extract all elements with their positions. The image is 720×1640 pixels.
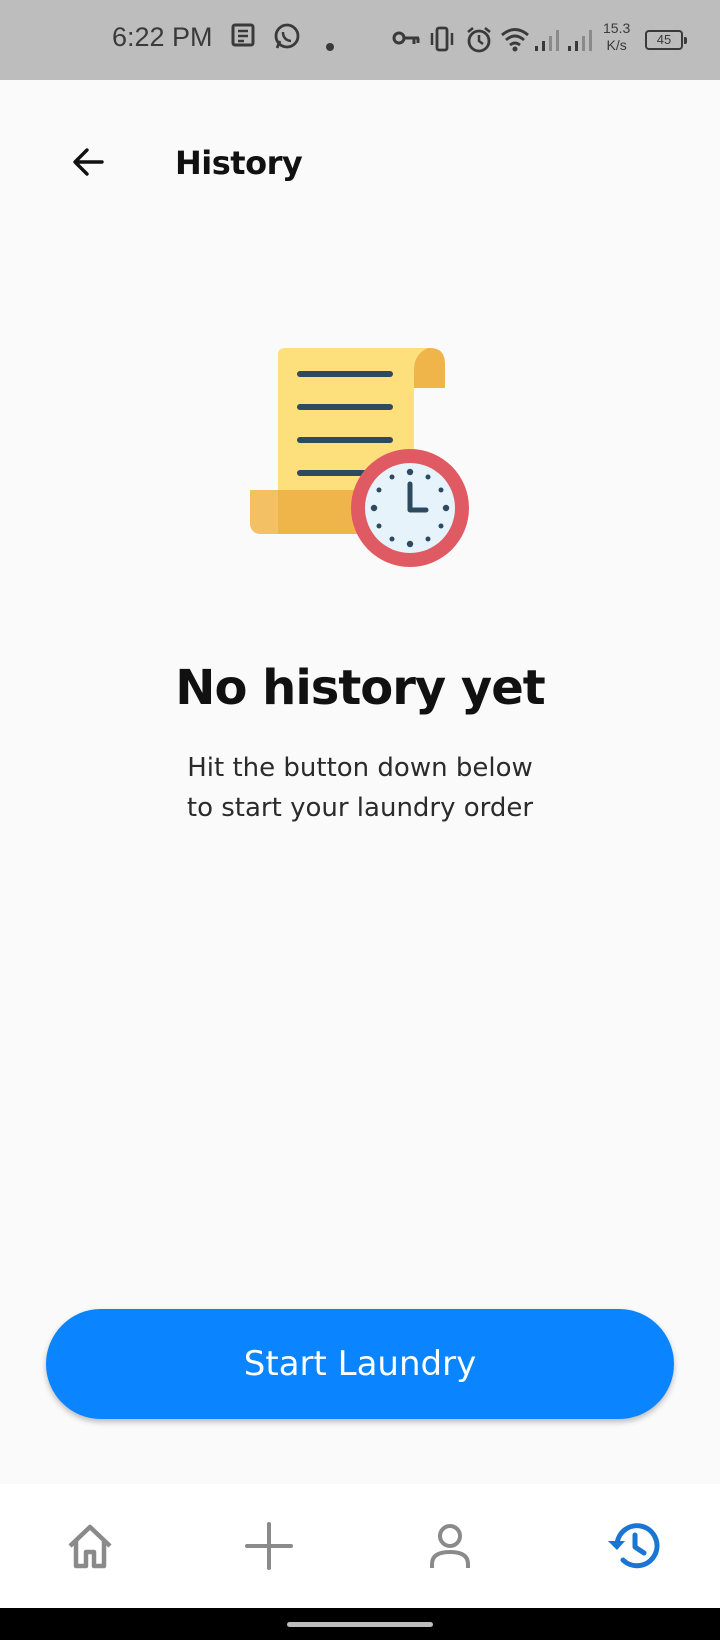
news-icon [230,22,256,52]
signal-icon-2 [566,28,596,56]
home-icon [68,1524,112,1569]
whatsapp-icon [272,22,302,56]
plus-icon [245,1522,293,1570]
battery-indicator: 45 [645,30,687,50]
wifi-icon [500,26,530,56]
start-laundry-button[interactable]: Start Laundry [46,1309,674,1419]
bottom-navigation [0,1484,720,1608]
nav-profile[interactable] [412,1508,488,1584]
back-button[interactable] [58,132,118,192]
alarm-icon [465,26,493,58]
dot-icon [326,36,334,55]
history-icon [608,1523,660,1569]
user-icon [430,1524,470,1568]
home-gesture-handle[interactable] [287,1622,433,1627]
empty-state-subtitle-line1: Hit the button down below [187,753,533,783]
empty-state-subtitle-line2: to start your laundry order [186,793,534,823]
status-time: 6:22 PM [112,22,213,52]
network-speed-unit: K/s [606,37,627,53]
nav-add[interactable] [231,1508,307,1584]
network-speed-value: 15.3 [603,20,631,36]
gesture-bar [0,1608,720,1640]
battery-level: 45 [656,32,672,47]
network-speed: 15.3 K/s [603,20,630,54]
signal-icon [533,28,563,56]
vibrate-icon [428,26,456,56]
empty-state-title: No history yet [175,660,545,716]
page-title: History [175,144,303,182]
vpn-key-icon [392,30,420,50]
arrow-left-icon [73,148,104,176]
empty-state-subtitle: Hit the button down below to start your … [130,748,590,828]
nav-history[interactable] [595,1508,671,1584]
status-bar: 6:22 PM 15.3 K/s 45 [0,0,720,80]
app-bar: History [0,80,720,260]
nav-home[interactable] [52,1508,128,1584]
receipt-clock-illustration [240,340,480,570]
